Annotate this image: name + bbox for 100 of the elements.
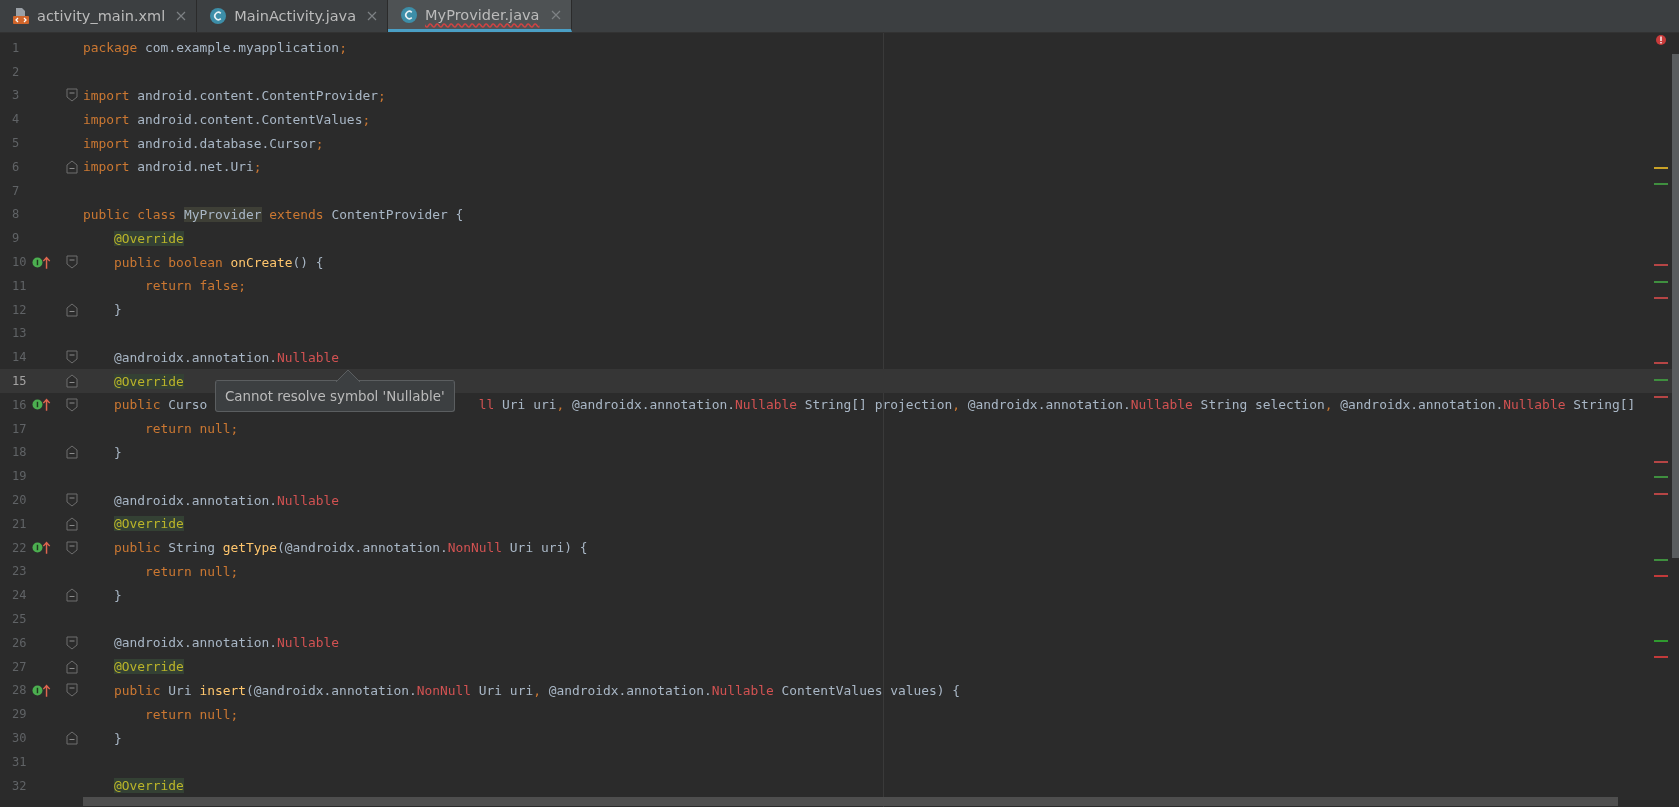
line-number: 26 xyxy=(11,635,28,650)
fold-marker-icon[interactable] xyxy=(66,350,78,365)
error-text: Nullable xyxy=(277,349,340,365)
keyword-text: , xyxy=(533,682,542,698)
fold-marker-icon[interactable] xyxy=(66,635,78,650)
class-icon xyxy=(400,5,419,24)
code-text: android.content.ContentProvider xyxy=(137,88,378,103)
code-text: android.net.Uri xyxy=(137,159,254,175)
fold-marker-icon[interactable] xyxy=(66,255,78,270)
keyword-text: public xyxy=(114,397,162,413)
line-number: 14 xyxy=(11,350,28,365)
line-number: 10 xyxy=(11,255,28,270)
class-name: MyProvider xyxy=(183,206,262,222)
keyword-text: ; xyxy=(315,135,324,151)
fold-marker-icon[interactable] xyxy=(66,683,78,698)
keyword-text: , xyxy=(952,397,961,413)
close-icon[interactable] xyxy=(367,11,378,21)
implements-icon[interactable] xyxy=(32,397,52,413)
fold-marker-icon[interactable] xyxy=(66,493,78,508)
keyword-text: public xyxy=(114,682,162,698)
tooltip-pointer xyxy=(336,370,360,383)
fold-marker-icon[interactable] xyxy=(66,731,78,745)
keyword-text: extends xyxy=(268,206,325,222)
method-name: onCreate xyxy=(230,254,293,270)
error-text: Nullable xyxy=(711,682,774,698)
line-number: 8 xyxy=(11,207,21,222)
code-text: } xyxy=(114,444,122,460)
code-text: android.database.Cursor xyxy=(137,135,316,151)
code-text: String selection xyxy=(1199,397,1325,413)
editor-tab[interactable]: activity_main.xml xyxy=(0,0,198,32)
code-text: @androidx.annotation. xyxy=(571,397,735,413)
fold-marker-icon[interactable] xyxy=(66,540,78,555)
close-icon[interactable] xyxy=(550,9,561,20)
code-text: Uri uri) { xyxy=(508,540,588,556)
line-number: 18 xyxy=(11,445,28,460)
fold-marker-icon[interactable] xyxy=(66,159,78,174)
code-text: ContentProvider { xyxy=(331,206,464,222)
line-number: 5 xyxy=(11,136,21,151)
keyword-text: return false; xyxy=(145,278,246,294)
line-number: 21 xyxy=(11,516,28,531)
line-number: 11 xyxy=(11,278,28,293)
fold-marker-icon[interactable] xyxy=(66,302,78,317)
code-text: } xyxy=(114,730,122,746)
error-text: Nullable xyxy=(277,635,340,651)
keyword-text: return null; xyxy=(145,563,239,579)
line-number: 12 xyxy=(11,302,28,317)
error-text: Nullable xyxy=(277,492,340,508)
close-icon[interactable] xyxy=(176,11,187,21)
keyword-text: import xyxy=(83,159,131,175)
fold-marker-icon[interactable] xyxy=(66,516,78,531)
line-number: 22 xyxy=(11,540,28,555)
line-number: 24 xyxy=(11,588,28,603)
code-text: Uri xyxy=(168,682,193,698)
keyword-text: package xyxy=(83,40,139,56)
line-number: 6 xyxy=(11,159,21,174)
fold-marker-icon[interactable] xyxy=(66,445,78,460)
line-number: 31 xyxy=(11,754,28,769)
keyword-text: ; xyxy=(362,111,371,127)
fold-marker-icon[interactable] xyxy=(66,588,78,603)
editor-tab[interactable]: MyProvider.java xyxy=(388,0,572,32)
keyword-text: return null; xyxy=(145,706,239,722)
horizontal-scrollbar[interactable] xyxy=(83,797,1618,806)
keyword-text: ; xyxy=(377,88,386,103)
implements-icon[interactable] xyxy=(32,682,52,698)
code-text: @androidx.annotation. xyxy=(1340,397,1504,413)
line-number: 15 xyxy=(11,374,28,389)
fold-marker-icon[interactable] xyxy=(66,397,78,412)
keyword-text: public boolean xyxy=(114,254,224,270)
class-icon xyxy=(209,7,228,25)
code-text: @androidx.annotation. xyxy=(548,682,712,698)
keyword-text: public xyxy=(114,540,162,556)
line-number: 28 xyxy=(11,683,28,698)
keyword-text: public class xyxy=(83,206,178,222)
line-number: 4 xyxy=(11,112,21,127)
code-text: @androidx.annotation. xyxy=(114,492,277,508)
code-text: Uri uri xyxy=(477,682,534,698)
code-text: com.example.myapplication xyxy=(145,40,340,56)
code-text: @androidx.annotation. xyxy=(967,397,1131,413)
implements-icon[interactable] xyxy=(32,540,52,556)
fold-marker-icon[interactable] xyxy=(66,374,78,389)
method-name: getType xyxy=(222,540,277,556)
line-number: 19 xyxy=(11,469,28,484)
code-text: (@androidx.annotation. xyxy=(277,540,448,556)
line-number: 2 xyxy=(11,64,21,79)
code-text: (@androidx.annotation. xyxy=(246,682,417,698)
fold-marker-icon[interactable] xyxy=(66,659,78,674)
fold-marker-icon[interactable] xyxy=(66,88,78,103)
keyword-text: ; xyxy=(339,40,347,56)
line-number: 23 xyxy=(11,564,28,579)
error-text: NonNull xyxy=(447,540,503,556)
annotation-text: @Override xyxy=(114,230,184,246)
line-number: 29 xyxy=(11,707,28,722)
code-text: android.content.ContentValues xyxy=(137,111,363,127)
error-text: NonNull xyxy=(416,682,472,698)
line-number: 9 xyxy=(11,231,21,246)
line-number: 7 xyxy=(11,183,21,198)
code-text: String[] projection xyxy=(803,397,953,413)
line-number: 20 xyxy=(11,493,28,508)
line-number: 1 xyxy=(11,40,21,55)
implements-icon[interactable] xyxy=(32,254,52,270)
